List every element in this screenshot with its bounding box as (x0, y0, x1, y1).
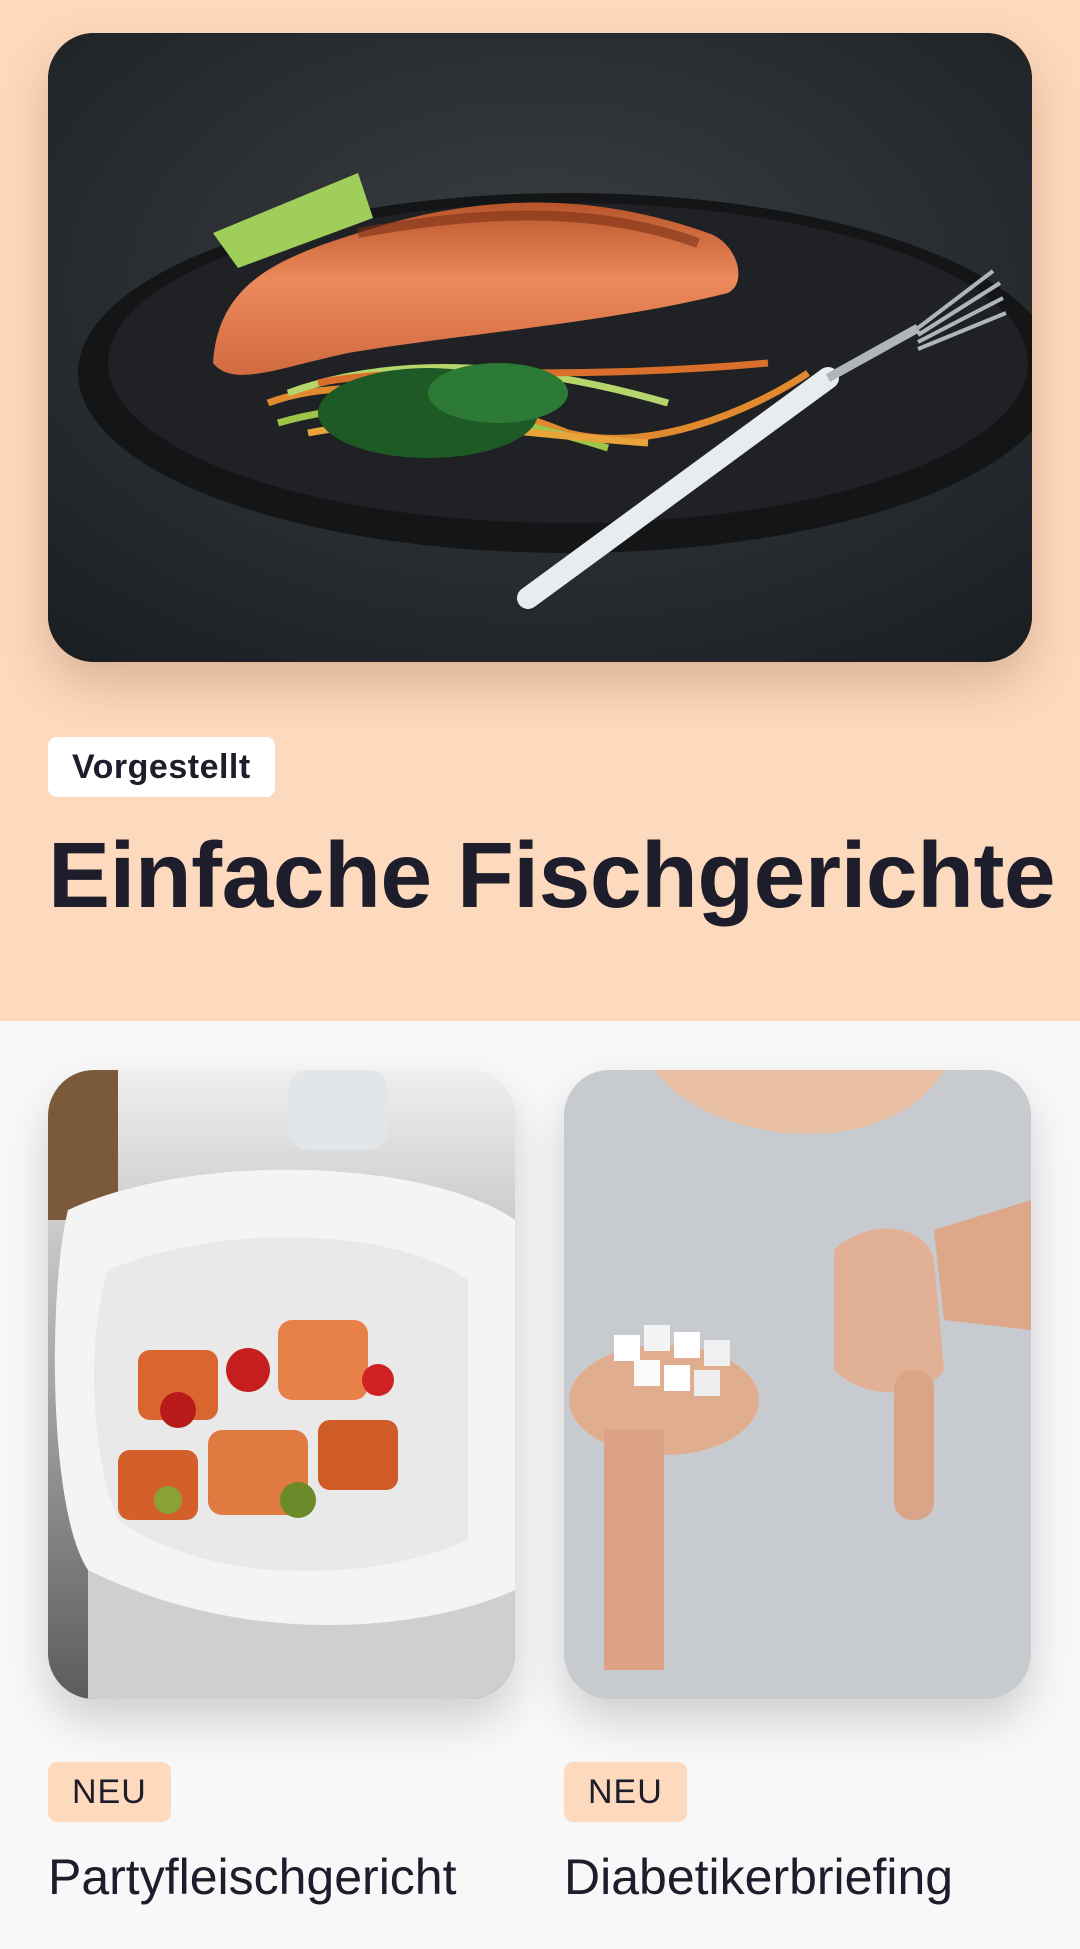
meat-stew-image (48, 1070, 515, 1699)
new-badge: NEU (564, 1762, 687, 1822)
featured-recipe-card[interactable] (48, 33, 1032, 662)
featured-section: Vorgestellt Einfache Fischgerichte (0, 0, 1080, 1021)
card-title[interactable]: Partyfleischgericht (48, 1845, 548, 1909)
recipe-card-party-meat[interactable] (48, 1070, 515, 1699)
recipe-card-diabetes[interactable] (564, 1070, 1031, 1699)
card-title[interactable]: Diabetikerbriefing (564, 1845, 1064, 1909)
new-badge: NEU (48, 1762, 171, 1822)
featured-title[interactable]: Einfache Fischgerichte (48, 815, 1056, 935)
featured-badge: Vorgestellt (48, 737, 275, 797)
salmon-dish-image (48, 33, 1032, 662)
sugar-cubes-image (564, 1070, 1031, 1699)
